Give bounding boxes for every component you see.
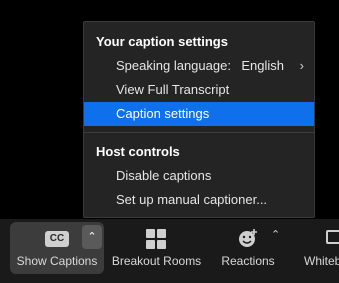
- speaking-language-label: Speaking language:: [116, 58, 231, 73]
- show-captions-label: Show Captions: [16, 254, 98, 268]
- reactions-label: Reactions: [221, 254, 275, 268]
- host-controls-section-title: Host controls: [96, 144, 180, 159]
- reactions-options-caret[interactable]: ⌃: [271, 228, 280, 241]
- disable-captions-label: Disable captions: [116, 168, 212, 183]
- caption-settings-section-title: Your caption settings: [96, 34, 228, 49]
- chevron-right-icon: ›: [299, 58, 304, 73]
- disable-captions-item[interactable]: Disable captions: [84, 164, 314, 188]
- whiteboard-label: Whiteb: [304, 254, 339, 268]
- view-full-transcript-item[interactable]: View Full Transcript: [84, 78, 314, 102]
- caption-settings-label: Caption settings: [116, 106, 210, 121]
- manual-captioner-item[interactable]: Set up manual captioner...: [84, 188, 314, 212]
- manual-captioner-label: Set up manual captioner...: [116, 192, 268, 207]
- view-full-transcript-label: View Full Transcript: [116, 82, 230, 97]
- caption-menu: Your caption settings Speaking language:…: [83, 21, 315, 218]
- speaking-language-value: English: [241, 58, 284, 73]
- menu-divider: [84, 132, 314, 133]
- show-captions-label-wrap: Show Captions: [10, 219, 104, 275]
- breakout-rooms-label: Breakout Rooms: [111, 254, 202, 268]
- caption-settings-item[interactable]: Caption settings: [84, 102, 314, 126]
- reactions-icon: [239, 229, 257, 247]
- speaking-language-item[interactable]: Speaking language: English ›: [84, 54, 314, 78]
- meeting-toolbar: CC ⌃ Show Captions Breakout Rooms Reacti…: [0, 219, 339, 283]
- whiteboard-button[interactable]: Whiteb: [300, 219, 339, 275]
- whiteboard-icon: [326, 230, 339, 244]
- breakout-rooms-icon: [146, 229, 166, 249]
